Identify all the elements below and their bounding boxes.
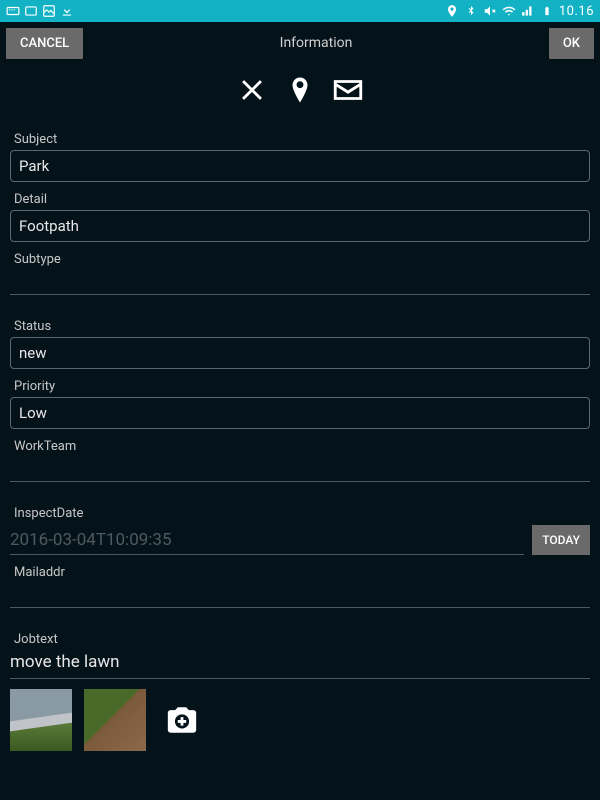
jobtext-value[interactable]: move the lawn — [10, 650, 590, 679]
detail-label: Detail — [10, 192, 590, 207]
status-right: 10.16 — [445, 4, 594, 19]
status-bar: 10.16 — [0, 0, 600, 22]
header: CANCEL Information OK — [0, 22, 600, 64]
download-icon — [60, 4, 74, 18]
bluetooth-icon — [464, 4, 478, 18]
inspectdate-label: InspectDate — [10, 506, 590, 521]
battery-icon — [540, 4, 554, 18]
photo-thumbnail[interactable] — [84, 689, 146, 751]
add-photo-button[interactable] — [158, 696, 206, 744]
location-icon — [445, 4, 459, 18]
jobtext-label: Jobtext — [10, 632, 590, 647]
form: Subject Detail Subtype Status Priority W… — [0, 132, 600, 751]
workteam-input[interactable] — [10, 460, 590, 482]
mailaddr-label: Mailaddr — [10, 565, 590, 580]
status-input[interactable] — [10, 337, 590, 369]
subtype-input[interactable] — [10, 273, 590, 295]
subtype-label: Subtype — [10, 252, 590, 267]
image-icon — [42, 4, 56, 18]
status-time: 10.16 — [559, 4, 594, 19]
signal-icon — [521, 4, 535, 18]
cancel-button[interactable]: CANCEL — [6, 28, 83, 59]
action-icon-row — [0, 64, 600, 122]
priority-label: Priority — [10, 379, 590, 394]
detail-input[interactable] — [10, 210, 590, 242]
close-icon[interactable] — [234, 72, 270, 108]
subject-input[interactable] — [10, 150, 590, 182]
subject-label: Subject — [10, 132, 590, 147]
screenshot-icon — [24, 4, 38, 18]
wifi-icon — [502, 4, 516, 18]
ok-button[interactable]: OK — [549, 28, 594, 59]
status-label: Status — [10, 319, 590, 334]
inspectdate-row: TODAY — [10, 525, 590, 555]
mail-icon[interactable] — [330, 72, 366, 108]
keyboard-icon — [6, 4, 20, 18]
page-title: Information — [280, 35, 353, 51]
inspectdate-input[interactable] — [10, 526, 524, 555]
today-button[interactable]: TODAY — [532, 525, 590, 555]
status-left — [6, 4, 74, 18]
mute-icon — [483, 4, 497, 18]
workteam-label: WorkTeam — [10, 439, 590, 454]
mailaddr-input[interactable] — [10, 586, 590, 608]
priority-input[interactable] — [10, 397, 590, 429]
photo-row — [10, 689, 590, 751]
pin-icon[interactable] — [282, 72, 318, 108]
photo-thumbnail[interactable] — [10, 689, 72, 751]
